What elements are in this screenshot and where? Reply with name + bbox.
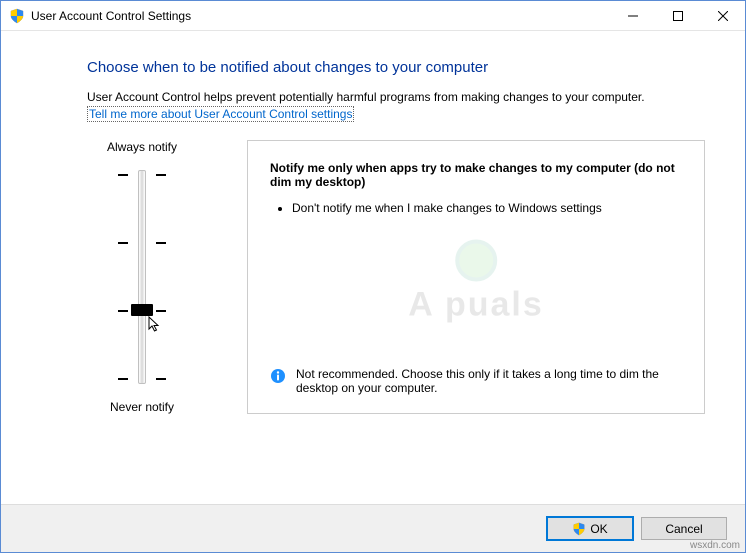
cancel-button[interactable]: Cancel	[641, 517, 727, 540]
slider-rail	[138, 170, 146, 384]
shield-icon	[9, 8, 25, 24]
notification-slider-column: Always notify Never notify	[87, 140, 197, 414]
slider-thumb[interactable]	[131, 304, 153, 316]
maximize-button[interactable]	[655, 1, 700, 30]
info-panel-list: Don't notify me when I make changes to W…	[274, 201, 682, 219]
info-panel-recommendation-text: Not recommended. Choose this only if it …	[296, 367, 682, 395]
page-description: User Account Control helps prevent poten…	[87, 90, 705, 104]
close-button[interactable]	[700, 1, 745, 30]
window-controls	[610, 1, 745, 30]
ok-button[interactable]: OK	[547, 517, 633, 540]
help-link[interactable]: Tell me more about User Account Control …	[87, 106, 354, 122]
uac-settings-window: User Account Control Settings Choose whe…	[0, 0, 746, 553]
cursor-icon	[148, 316, 162, 337]
info-icon	[270, 368, 286, 387]
slider-label-top: Always notify	[107, 140, 177, 154]
info-panel-title: Notify me only when apps try to make cha…	[270, 161, 682, 189]
ok-button-label: OK	[590, 522, 607, 536]
cancel-button-label: Cancel	[665, 522, 702, 536]
notification-slider[interactable]	[112, 162, 172, 392]
slider-label-bottom: Never notify	[110, 400, 174, 414]
content-area: Choose when to be notified about changes…	[1, 31, 745, 504]
button-bar: OK Cancel	[1, 504, 745, 552]
page-heading: Choose when to be notified about changes…	[87, 59, 705, 76]
slider-tick	[112, 174, 172, 175]
window-title-text: User Account Control Settings	[31, 9, 191, 23]
info-panel-recommendation: Not recommended. Choose this only if it …	[270, 367, 682, 395]
minimize-button[interactable]	[610, 1, 655, 30]
info-panel: A puals Notify me only when apps try to …	[247, 140, 705, 414]
source-attribution: wsxdn.com	[690, 540, 740, 551]
main-area: Always notify Never notify	[87, 140, 705, 414]
window-title-area: User Account Control Settings	[9, 8, 610, 24]
info-panel-bullet: Don't notify me when I make changes to W…	[292, 201, 682, 215]
titlebar: User Account Control Settings	[1, 1, 745, 31]
shield-icon	[572, 522, 586, 536]
slider-tick	[112, 378, 172, 379]
slider-tick	[112, 242, 172, 243]
